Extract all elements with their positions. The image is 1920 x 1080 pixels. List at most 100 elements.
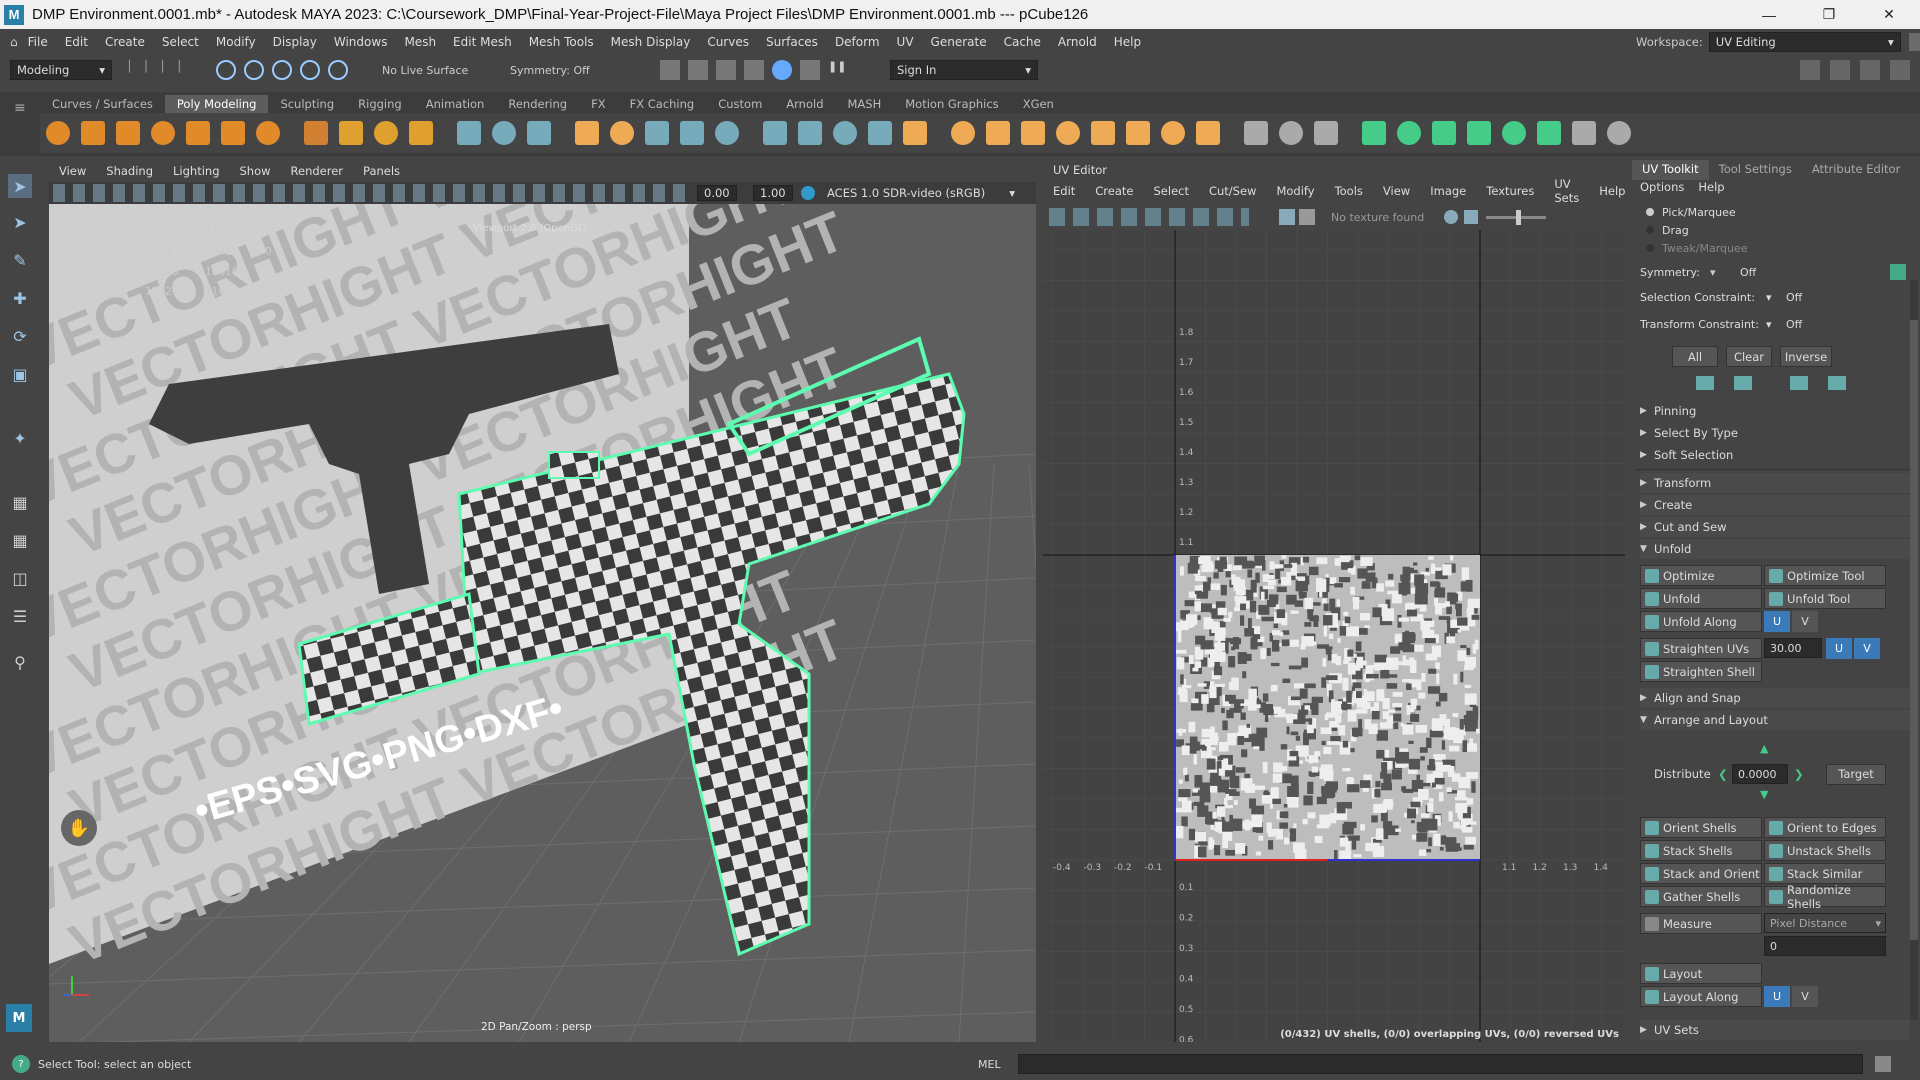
mode-pick-marquee[interactable]: Pick/Marquee [1646,204,1748,222]
menu-curves[interactable]: Curves [707,35,749,49]
shelf-tool-icon[interactable] [492,121,516,145]
tool-settings-icon[interactable] [1890,60,1910,80]
stack-shells-button[interactable]: Stack Shells [1640,840,1762,861]
stack-similar-button[interactable]: Stack Similar [1764,863,1886,884]
undo-icon[interactable]: │ [176,60,183,80]
shelf-tool-icon[interactable] [680,121,704,145]
mode-tweak-marquee[interactable]: Tweak/Marquee [1646,240,1748,258]
straighten-u-button[interactable]: U [1826,638,1852,659]
menu-modify[interactable]: Modify [216,35,256,49]
symmetry-field[interactable]: Symmetry: Off [510,64,620,77]
viewport-panel[interactable]: View Shading Lighting Show Renderer Pane… [49,160,1036,1042]
optimize-button[interactable]: Optimize [1640,565,1762,586]
save-scene-icon[interactable]: │ [159,60,166,80]
snap-grid-icon[interactable] [216,60,236,80]
uv-toolbar-icons[interactable] [1049,208,1249,226]
menu-arnold[interactable]: Arnold [1058,35,1097,49]
shelf-tool-icon[interactable] [715,121,739,145]
vp-menu-shading[interactable]: Shading [106,164,153,178]
shelf-tool-icon[interactable] [1397,121,1421,145]
snap-curve-icon[interactable] [244,60,264,80]
toolkit-scrollbar[interactable] [1910,280,1918,1020]
shelf-tool-icon[interactable] [1196,121,1220,145]
shelf-tool-icon[interactable] [1362,121,1386,145]
mode-drag[interactable]: Drag [1646,222,1748,240]
menu-mesh-tools[interactable]: Mesh Tools [529,35,594,49]
shelf-tool-icon[interactable] [1607,121,1631,145]
straighten-v-button[interactable]: V [1854,638,1880,659]
last-tool-icon[interactable]: ✦ [8,426,32,450]
shelf-tool-icon[interactable] [1021,121,1045,145]
shelf-tool-icon[interactable] [339,121,363,145]
shelf-tool-icon[interactable] [1572,121,1596,145]
menu-uv[interactable]: UV [897,35,914,49]
paint-select-icon[interactable]: ✎ [8,248,32,272]
shelf-tool-icon[interactable] [1314,121,1338,145]
lock-icon[interactable] [1908,33,1920,51]
shelf-tool-icon[interactable] [951,121,975,145]
shelf-tool-icon[interactable] [256,121,280,145]
menu-mesh-display[interactable]: Mesh Display [611,35,691,49]
shelf-tool-icon[interactable] [409,121,433,145]
render-view-icon[interactable] [772,60,792,80]
shelf-tab-arnold[interactable]: Arnold [774,95,835,113]
shrink-selection-icon[interactable] [1734,376,1752,390]
two-view-icon[interactable]: ◫ [8,566,32,590]
measure-value-field[interactable]: 0 [1764,936,1886,956]
uv-menu-edit[interactable]: Edit [1053,184,1075,198]
shelf-tool-icon[interactable] [1467,121,1491,145]
shelf-tool-icon[interactable] [1161,121,1185,145]
shelf-tool-icon[interactable] [46,121,70,145]
shelf-tool-icon[interactable] [151,121,175,145]
menu-mesh[interactable]: Mesh [404,35,436,49]
layout-button[interactable]: Layout [1640,963,1762,984]
optimize-tool-button[interactable]: Optimize Tool [1764,565,1886,586]
clear-button[interactable]: Clear [1726,346,1772,367]
selection-constraint-value[interactable]: Off [1786,291,1802,304]
toolkit-menu-help[interactable]: Help [1698,180,1724,194]
shelf-tool-icon[interactable] [186,121,210,145]
shelf-tool-icon[interactable] [610,121,634,145]
unfold-along-u-button[interactable]: U [1764,611,1790,632]
shelf-tab-mash[interactable]: MASH [836,95,894,113]
menu-select[interactable]: Select [162,35,199,49]
shelf-menu-icon[interactable]: ≡ [14,100,28,140]
transform-constraint-value[interactable]: Off [1786,318,1802,331]
exposure-field[interactable]: 0.00 [697,185,737,201]
shelf-tool-icon[interactable] [645,121,669,145]
shelf-tool-icon[interactable] [374,121,398,145]
select-border-icon[interactable] [1828,376,1846,390]
shelf-tool-icon[interactable] [1126,121,1150,145]
new-scene-icon[interactable]: │ [126,60,133,80]
chevron-down-icon[interactable]: ▾ [1710,266,1740,279]
gather-shells-button[interactable]: Gather Shells [1640,886,1762,907]
home-icon[interactable]: ⌂ [10,35,18,49]
uv-menu-image[interactable]: Image [1430,184,1466,198]
shelf-tool-icon[interactable] [1244,121,1268,145]
vp-menu-show[interactable]: Show [240,164,271,178]
shelf-tool-icon[interactable] [833,121,857,145]
snap-point-icon[interactable] [272,60,292,80]
modeling-toolkit-icon[interactable] [1800,60,1820,80]
gamma-field[interactable]: 1.00 [753,185,793,201]
uv-menu-cut-sew[interactable]: Cut/Sew [1209,184,1256,198]
shelf-tab-fx-caching[interactable]: FX Caching [618,95,707,113]
section-cut-and-sew[interactable]: ▶ Cut and Sew [1640,517,1910,537]
live-surface-field[interactable]: No Live Surface [382,64,494,77]
move-tool-icon[interactable]: ✚ [8,286,32,310]
uv-menu-help[interactable]: Help [1599,184,1625,198]
section-align-and-snap[interactable]: ▶ Align and Snap [1640,688,1910,708]
chevron-right-icon[interactable]: ❯ [1794,767,1818,781]
shelf-tool-icon[interactable] [1091,121,1115,145]
shelf-tool-icon[interactable] [903,121,927,145]
close-button[interactable]: ✕ [1860,0,1918,29]
section-arrange-and-layout[interactable]: ▼ Arrange and Layout [1640,710,1910,730]
select-all-button[interactable]: All [1672,346,1718,367]
panel-toolbar-icons[interactable] [53,184,693,202]
randomize-shells-button[interactable]: Randomize Shells [1764,883,1886,911]
grow-selection-icon[interactable] [1696,376,1714,390]
unfold-along-v-button[interactable]: V [1792,611,1818,632]
unfold-tool-button[interactable]: Unfold Tool [1764,588,1886,609]
mel-label[interactable]: MEL [978,1058,1018,1071]
shelf-tool-icon[interactable] [116,121,140,145]
